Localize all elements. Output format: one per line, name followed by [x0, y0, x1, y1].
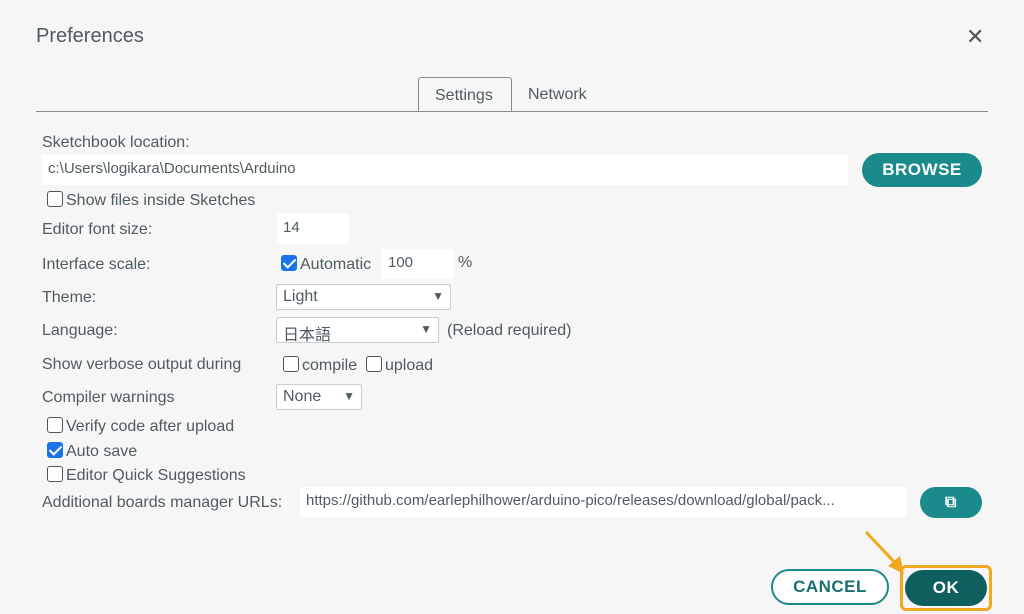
autosave-label: Auto save [66, 443, 138, 460]
compile-label: compile [302, 357, 358, 374]
chevron-down-icon: ▼ [432, 289, 444, 303]
reload-note: (Reload required) [447, 322, 572, 339]
show-files-label: Show files inside Sketches [66, 192, 256, 209]
language-value: 日本語 [283, 327, 332, 344]
chevron-down-icon: ▼ [420, 322, 432, 336]
quick-suggestions-label: Editor Quick Suggestions [66, 467, 246, 484]
open-window-icon: ⧉ [945, 494, 957, 511]
show-files-checkbox[interactable]: Show files inside Sketches [47, 191, 255, 210]
theme-label: Theme: [42, 289, 97, 306]
automatic-label: Automatic [300, 256, 372, 273]
warnings-select[interactable]: None ▼ [276, 384, 362, 410]
boards-url-input[interactable]: https://github.com/earlephilhower/arduin… [300, 487, 906, 517]
cancel-button[interactable]: CANCEL [771, 569, 889, 605]
font-size-label: Editor font size: [42, 221, 153, 238]
open-urls-button[interactable]: ⧉ [920, 487, 982, 518]
autosave-checkbox[interactable]: Auto save [47, 442, 137, 461]
compile-checkbox[interactable]: compile [283, 356, 357, 375]
quick-suggestions-checkbox[interactable]: Editor Quick Suggestions [47, 466, 246, 485]
verbose-label: Show verbose output during [42, 356, 242, 373]
upload-checkbox[interactable]: upload [366, 356, 433, 375]
verify-checkbox[interactable]: Verify code after upload [47, 417, 234, 436]
tab-settings[interactable]: Settings [418, 77, 512, 112]
tab-divider [36, 111, 988, 112]
sketchbook-input[interactable]: c:\Users\logikara\Documents\Arduino [42, 155, 848, 185]
warnings-label: Compiler warnings [42, 389, 175, 406]
theme-select[interactable]: Light ▼ [276, 284, 451, 310]
language-label: Language: [42, 322, 118, 339]
tab-network[interactable]: Network [512, 77, 603, 112]
chevron-down-icon: ▼ [343, 389, 355, 403]
ok-button[interactable]: OK [905, 570, 987, 606]
sketchbook-label: Sketchbook location: [42, 134, 190, 151]
theme-value: Light [283, 288, 318, 305]
dialog-title: Preferences [36, 25, 144, 47]
close-icon[interactable]: ✕ [966, 24, 984, 50]
warnings-value: None [283, 388, 322, 405]
scale-unit: % [458, 254, 473, 271]
scale-label: Interface scale: [42, 256, 151, 273]
browse-button[interactable]: BROWSE [862, 153, 982, 187]
automatic-checkbox[interactable]: Automatic [281, 255, 371, 274]
boards-label: Additional boards manager URLs: [42, 494, 283, 511]
verify-label: Verify code after upload [66, 418, 235, 435]
upload-label: upload [385, 357, 434, 374]
language-select[interactable]: 日本語 ▼ [276, 317, 439, 344]
font-size-input[interactable]: 14 [277, 214, 349, 244]
scale-input[interactable]: 100 [382, 249, 454, 279]
